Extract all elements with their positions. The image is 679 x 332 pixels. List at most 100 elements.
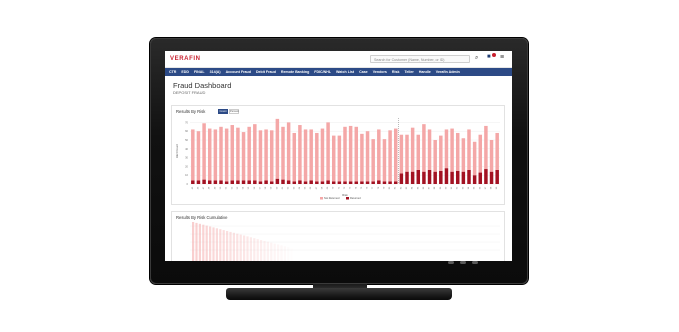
cumulative-bar bbox=[202, 224, 205, 261]
x-tick-label: 98 bbox=[491, 186, 493, 189]
cumulative-bar bbox=[192, 222, 195, 261]
nav-item[interactable]: Handle bbox=[419, 70, 431, 74]
x-tick-label: 51 bbox=[226, 186, 228, 189]
x-tick-label: 77 bbox=[372, 186, 374, 189]
nav-item[interactable]: Verafin Admin bbox=[436, 70, 460, 74]
bar-returned bbox=[433, 171, 437, 184]
bar-not-returned bbox=[399, 134, 404, 174]
cumulative-bar bbox=[205, 225, 208, 261]
nav-item[interactable]: Teller bbox=[404, 70, 413, 74]
main-nav: CTR EDD FINAL 314(A) Account Fraud Debit… bbox=[165, 68, 512, 76]
bar-returned bbox=[207, 180, 212, 184]
x-tick-label: 88 bbox=[434, 186, 436, 189]
bar-returned bbox=[467, 169, 471, 184]
brand-logo[interactable]: VERAFIN bbox=[170, 56, 201, 62]
x-tick-label: 46 bbox=[197, 186, 199, 189]
nav-item[interactable]: 314(A) bbox=[210, 70, 221, 74]
results-by-risk-card: 0 10 20 30 40 50 60 70 Alert Count 45 46 47 48 49 50 51… bbox=[171, 105, 505, 205]
bar-not-returned bbox=[382, 139, 387, 182]
nav-item[interactable]: Case bbox=[359, 70, 368, 74]
bar-returned bbox=[202, 179, 206, 184]
search-icon[interactable]: ⌕ bbox=[475, 55, 478, 62]
bar-not-returned bbox=[230, 125, 235, 181]
bar-returned bbox=[489, 171, 494, 184]
bar-not-returned bbox=[393, 128, 398, 182]
bar-not-returned bbox=[478, 134, 483, 173]
bar-returned bbox=[427, 169, 432, 184]
bar-returned bbox=[213, 180, 218, 184]
bar-returned bbox=[224, 181, 229, 184]
x-tick-label: 59 bbox=[271, 186, 273, 189]
x-tick-label: 63 bbox=[293, 186, 295, 189]
cumulative-bar bbox=[229, 231, 232, 261]
bar-returned bbox=[264, 180, 268, 184]
x-tick-label: 97 bbox=[485, 186, 487, 189]
cumulative-bar bbox=[263, 240, 266, 261]
nav-item[interactable]: Watch List bbox=[336, 70, 354, 74]
bar-not-returned bbox=[450, 128, 454, 172]
bar-returned bbox=[478, 172, 483, 184]
bar-not-returned bbox=[405, 134, 409, 172]
bar-returned bbox=[416, 169, 421, 184]
x-tick-label: 89 bbox=[440, 186, 442, 189]
nav-item[interactable]: Account Fraud bbox=[226, 70, 251, 74]
x-tick-label: 68 bbox=[321, 186, 323, 189]
nav-item[interactable]: EDD bbox=[181, 70, 189, 74]
x-tick-label: 87 bbox=[429, 186, 431, 189]
hamburger-menu-icon[interactable]: ≡ bbox=[500, 54, 504, 61]
bar-not-returned bbox=[258, 130, 263, 182]
bar-returned bbox=[365, 181, 370, 184]
bar-returned bbox=[258, 181, 263, 184]
notification-badge bbox=[492, 53, 496, 57]
bar-returned bbox=[219, 180, 223, 184]
nav-item[interactable]: Remote Banking bbox=[281, 70, 309, 74]
bar-returned bbox=[360, 181, 364, 184]
y-tick-label: 70 bbox=[185, 120, 188, 124]
results-by-risk-cumulative-card: Results By Risk Cumulative bbox=[171, 211, 505, 261]
x-tick-label: 54 bbox=[243, 186, 245, 189]
x-tick-label: 72 bbox=[344, 186, 346, 189]
cumulative-bar bbox=[256, 239, 259, 261]
cumulative-bar bbox=[277, 244, 280, 261]
bar-not-returned bbox=[365, 131, 370, 182]
bar-returned bbox=[354, 181, 359, 184]
bar-returned bbox=[410, 171, 415, 184]
x-tick-label: 90 bbox=[445, 186, 447, 189]
nav-item[interactable]: Debit Fraud bbox=[256, 70, 276, 74]
y-tick-label: 20 bbox=[185, 164, 188, 168]
count-toggle-button[interactable]: Count bbox=[218, 109, 228, 114]
bar-not-returned bbox=[427, 129, 432, 170]
bar-returned bbox=[472, 175, 477, 184]
nav-item[interactable]: FINAL bbox=[194, 70, 205, 74]
bar-returned bbox=[405, 171, 409, 184]
nav-item[interactable]: Risk bbox=[392, 70, 400, 74]
nav-item[interactable]: CTR bbox=[169, 70, 176, 74]
inbox-icon[interactable]: ■ bbox=[487, 54, 491, 60]
cumulative-bar bbox=[236, 233, 239, 261]
bar-returned bbox=[348, 181, 353, 184]
bar-returned bbox=[269, 181, 274, 184]
bar-not-returned bbox=[247, 126, 251, 181]
nav-item[interactable]: FDIC/NHL bbox=[314, 70, 331, 74]
bar-not-returned bbox=[371, 139, 375, 182]
x-tick-label: 92 bbox=[457, 186, 459, 189]
legend-swatch-returned bbox=[346, 197, 349, 200]
bar-not-returned bbox=[292, 132, 297, 182]
bar-returned bbox=[343, 181, 347, 184]
x-tick-label: 93 bbox=[462, 186, 464, 189]
search-input[interactable]: Search for Customer (Name, Number, or ID… bbox=[370, 55, 470, 63]
bar-not-returned bbox=[236, 127, 240, 181]
x-tick-label: 75 bbox=[361, 186, 363, 189]
percent-toggle-button[interactable]: Percent bbox=[229, 109, 239, 114]
nav-item[interactable]: Vendors bbox=[373, 70, 387, 74]
bar-returned bbox=[331, 181, 336, 184]
bar-not-returned bbox=[303, 129, 308, 182]
bar-not-returned bbox=[275, 118, 280, 179]
cumulative-bar bbox=[253, 238, 256, 261]
bar-not-returned bbox=[326, 122, 330, 181]
bar-returned bbox=[393, 181, 398, 184]
bar-not-returned bbox=[286, 122, 291, 181]
bar-not-returned bbox=[191, 129, 195, 181]
bar-returned bbox=[377, 180, 381, 184]
bar-not-returned bbox=[343, 126, 347, 182]
